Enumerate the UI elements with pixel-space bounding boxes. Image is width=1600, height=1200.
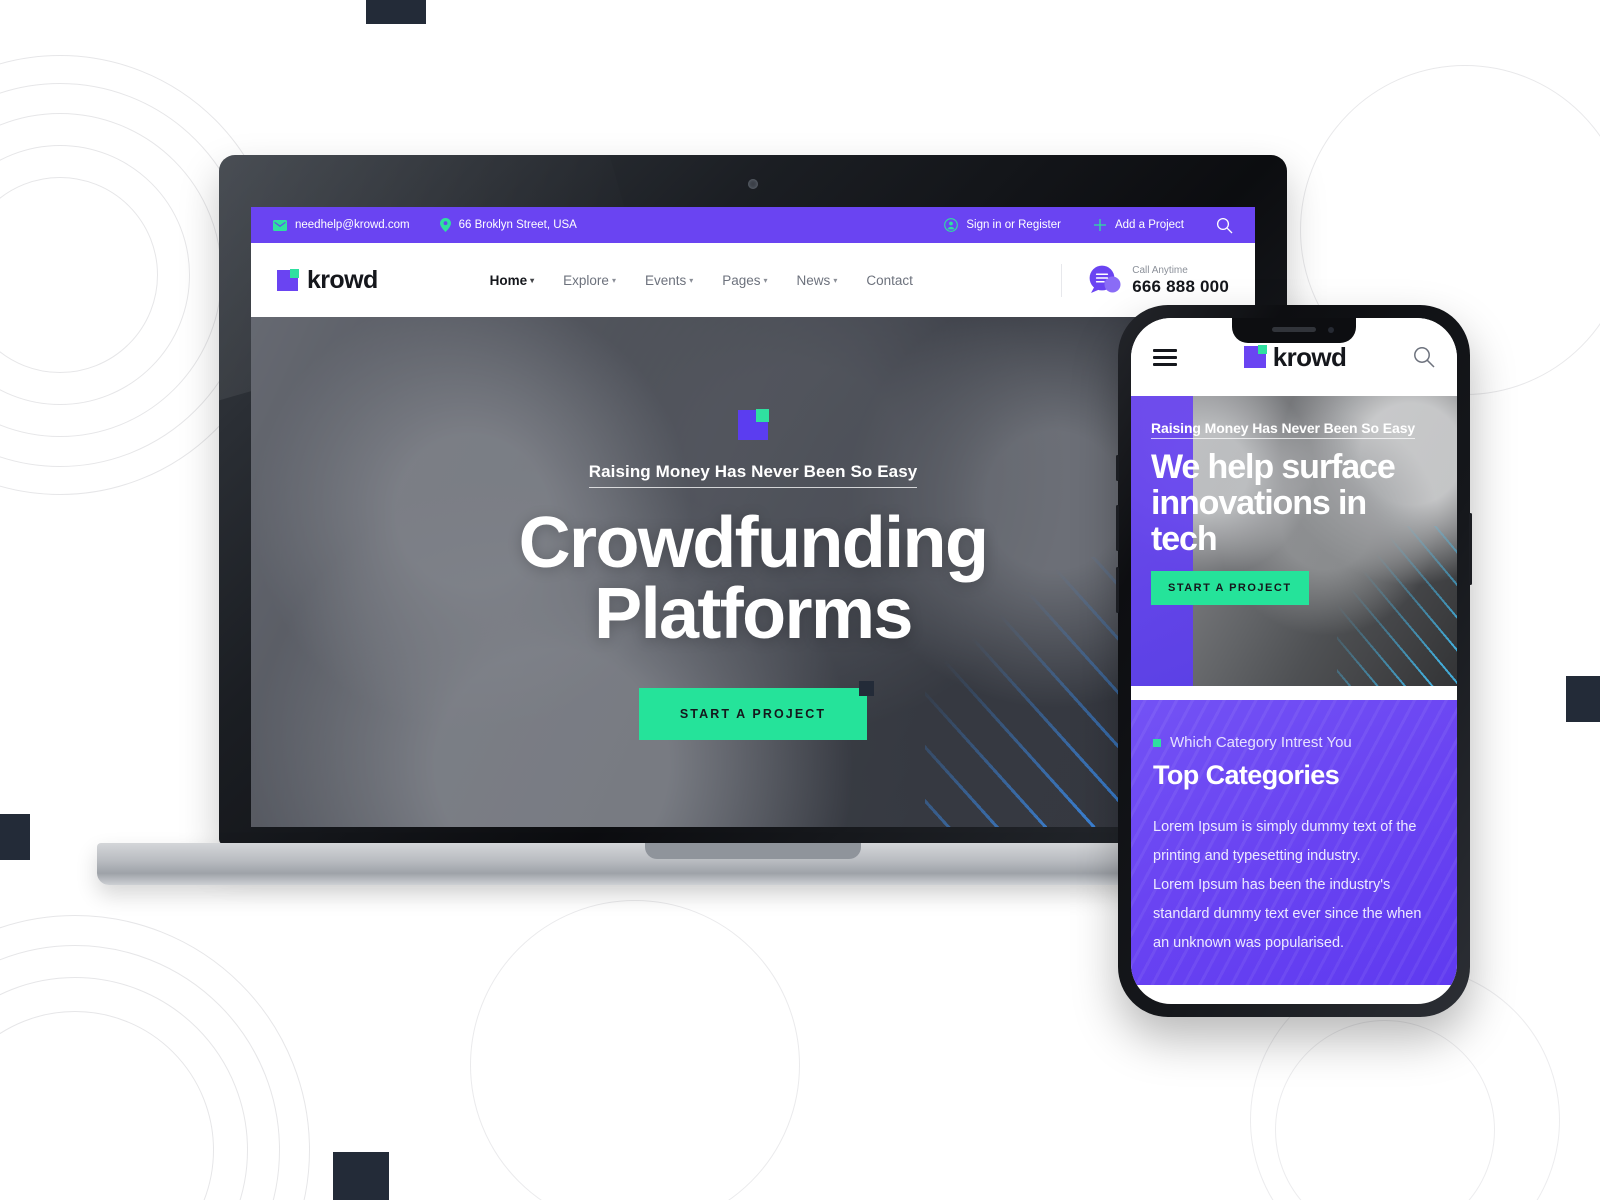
phone-camera-icon — [1328, 327, 1334, 333]
location-pin-icon — [439, 218, 451, 232]
desktop-hero-section: Raising Money Has Never Been So Easy Cro… — [251, 317, 1255, 827]
nav-item-explore[interactable]: Explore ▾ — [563, 273, 616, 288]
hero-content: Raising Money Has Never Been So Easy Cro… — [251, 317, 1255, 827]
mobile-search-button[interactable] — [1413, 346, 1435, 368]
envelope-icon — [273, 219, 287, 231]
topbar-email[interactable]: needhelp@krowd.com — [273, 219, 410, 231]
nav-label: Home — [489, 272, 528, 288]
mobile-hero-subtitle: Raising Money Has Never Been So Easy — [1151, 420, 1415, 439]
desktop-navbar: krowd Home ▾ Explore ▾ Events ▾ Pages ▾ … — [251, 243, 1255, 317]
scene-canvas: gn in or Register needhelp@krowd.com 66 — [0, 0, 1600, 1200]
logo-text: krowd — [307, 265, 378, 294]
nav-item-news[interactable]: News ▾ — [797, 273, 838, 288]
chevron-down-icon: ▾ — [833, 275, 838, 285]
laptop-camera-icon — [748, 179, 758, 189]
body-line: Lorem Ipsum has been the industry's — [1153, 877, 1391, 893]
mobile-categories-body: Lorem Ipsum is simply dummy text of the … — [1153, 813, 1435, 958]
nav-item-home[interactable]: Home ▾ — [490, 273, 535, 288]
decorative-square-top — [366, 0, 426, 24]
nav-label: Explore — [563, 272, 609, 288]
mobile-categories-eyebrow-text: Which Category Intrest You — [1170, 734, 1352, 751]
nav-item-events[interactable]: Events ▾ — [645, 273, 693, 288]
chevron-down-icon: ▾ — [763, 275, 768, 285]
add-project-link[interactable]: Add a Project — [1093, 218, 1184, 232]
body-line: Lorem Ipsum is simply dummy text of the — [1153, 819, 1417, 835]
laptop-base-notch — [645, 843, 861, 859]
hero-title: Crowdfunding Platforms — [519, 507, 989, 650]
phone-notch — [1232, 318, 1356, 343]
nav-item-contact[interactable]: Contact — [866, 273, 913, 288]
square-bullet-icon — [1153, 738, 1161, 747]
logo-mark-icon — [277, 268, 299, 291]
call-phone-number: 666 888 000 — [1132, 276, 1229, 296]
mobile-logo-text: krowd — [1272, 341, 1347, 372]
topbar-actions: Sign in or Register Add a Project — [922, 217, 1233, 234]
mobile-categories-eyebrow: Which Category Intrest You — [1153, 734, 1435, 751]
desktop-viewport: needhelp@krowd.com 66 Broklyn Street, US… — [251, 207, 1255, 827]
decorative-square-left — [0, 814, 30, 860]
concentric-rings-bottom-left — [0, 915, 310, 1200]
body-line: printing and typesetting industry. — [1153, 848, 1361, 864]
plus-icon — [1093, 218, 1107, 232]
phone-silent-switch[interactable] — [1116, 455, 1119, 481]
hero-subtitle: Raising Money Has Never Been So Easy — [588, 462, 918, 489]
topbar-address-text: 66 Broklyn Street, USA — [458, 219, 577, 231]
topbar-email-text: needhelp@krowd.com — [295, 219, 410, 231]
mobile-section-divider — [1131, 686, 1457, 700]
logo-mark-icon — [1243, 345, 1267, 368]
chevron-down-icon: ▾ — [530, 275, 535, 285]
mobile-top-categories-section: Which Category Intrest You Top Categorie… — [1131, 700, 1457, 985]
phone-volume-up-button[interactable] — [1116, 505, 1119, 551]
phone-mockup: krowd Raising Money Has Never Been So Ea… — [1116, 305, 1472, 1017]
desktop-topbar: needhelp@krowd.com 66 Broklyn Street, US… — [251, 207, 1255, 243]
decorative-square-right — [1566, 676, 1600, 722]
phone-volume-down-button[interactable] — [1116, 567, 1119, 613]
hero-title-line2: Platforms — [594, 574, 913, 654]
nav-label: Events — [644, 272, 687, 288]
body-line: standard dummy text ever since the when — [1153, 906, 1422, 922]
call-anytime-block[interactable]: Call Anytime 666 888 000 — [1061, 263, 1229, 297]
add-project-label: Add a Project — [1114, 219, 1184, 231]
mobile-hero-content: Raising Money Has Never Been So Easy We … — [1131, 396, 1457, 606]
hero-title-line1: Crowdfunding — [518, 503, 989, 584]
mobile-hero-title: We help surface innovations in tech — [1151, 448, 1396, 559]
mobile-hero-section: Raising Money Has Never Been So Easy We … — [1131, 396, 1457, 686]
chevron-down-icon: ▾ — [689, 275, 694, 285]
nav-item-pages[interactable]: Pages ▾ — [722, 273, 767, 288]
phone-speaker-icon — [1272, 327, 1316, 332]
mobile-site-logo[interactable]: krowd — [1243, 341, 1347, 373]
topbar-address[interactable]: 66 Broklyn Street, USA — [439, 218, 577, 232]
sign-in-register-link[interactable]: Sign in or Register — [944, 218, 1061, 232]
start-a-project-button[interactable]: START A PROJECT — [638, 680, 875, 740]
topbar-search-button[interactable] — [1216, 217, 1233, 234]
mobile-categories-heading: Top Categories — [1153, 760, 1340, 790]
search-icon — [1216, 217, 1233, 234]
sign-in-label: Sign in or Register — [966, 219, 1061, 231]
circle-outline-bottom-center — [470, 900, 800, 1200]
decorative-square-bottom — [333, 1152, 389, 1200]
nav-label: News — [796, 272, 831, 288]
phone-power-button[interactable] — [1469, 513, 1472, 585]
chevron-down-icon: ▾ — [611, 275, 616, 285]
user-circle-icon — [944, 218, 959, 232]
hamburger-menu-icon[interactable] — [1153, 345, 1177, 370]
site-logo[interactable]: krowd — [277, 266, 378, 295]
call-anytime-label: Call Anytime — [1132, 264, 1188, 276]
circle-outline-bottom-right-inner — [1275, 1020, 1495, 1200]
chat-bubble-icon — [1088, 265, 1121, 295]
hero-logo-badge-icon — [738, 409, 769, 441]
main-nav: Home ▾ Explore ▾ Events ▾ Pages ▾ News ▾… — [490, 273, 913, 288]
mobile-viewport: krowd Raising Money Has Never Been So Ea… — [1131, 318, 1457, 1004]
nav-label: Pages — [722, 272, 761, 288]
mobile-start-a-project-button[interactable]: START A PROJECT — [1151, 571, 1309, 606]
nav-label: Contact — [866, 272, 913, 288]
body-line: an unknown was popularised. — [1153, 935, 1345, 951]
